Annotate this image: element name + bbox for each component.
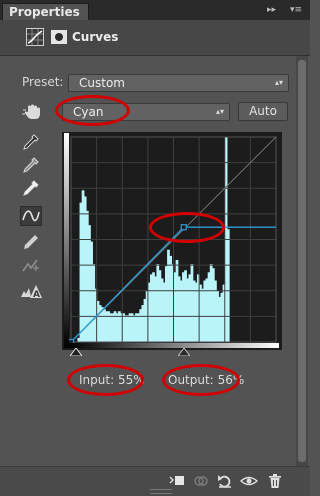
reset-icon[interactable] bbox=[216, 472, 234, 490]
curves-adjustment-icon[interactable] bbox=[26, 28, 44, 46]
sample-black-eyedropper-icon[interactable] bbox=[20, 132, 42, 152]
sample-white-eyedropper-icon[interactable] bbox=[20, 178, 42, 198]
panel-menu-icon[interactable]: ▾≡ bbox=[290, 4, 302, 16]
input-gradient-bar bbox=[68, 343, 279, 348]
adjustment-header: Curves bbox=[0, 20, 310, 56]
clipping-warning-icon[interactable]: A bbox=[20, 282, 42, 302]
updown-arrow-icon: ▴▾ bbox=[215, 107, 224, 116]
draw-curve-pencil-icon[interactable] bbox=[20, 232, 42, 252]
annotation-circle-input bbox=[67, 364, 144, 396]
midpoint-slider[interactable] bbox=[178, 348, 190, 356]
mask-icon[interactable] bbox=[50, 28, 68, 46]
smooth-curve-icon[interactable] bbox=[20, 256, 42, 276]
auto-button[interactable]: Auto bbox=[238, 102, 288, 121]
preset-value: Custom bbox=[79, 76, 125, 90]
on-image-adjust-hand-icon[interactable] bbox=[22, 102, 44, 122]
updown-arrow-icon: ▴▾ bbox=[274, 78, 283, 87]
panel-tab-bar: Properties ▸▸ ▾≡ bbox=[0, 0, 310, 20]
output-gradient-bar bbox=[64, 133, 69, 348]
collapse-panel-icon[interactable]: ▸▸ bbox=[267, 4, 276, 16]
delete-icon[interactable] bbox=[266, 472, 284, 490]
annotation-circle-channel bbox=[55, 95, 130, 126]
edit-curve-points-icon[interactable] bbox=[20, 206, 42, 226]
scrollbar-thumb[interactable] bbox=[298, 60, 306, 462]
adjustment-title: Curves bbox=[72, 30, 119, 44]
histogram-bar bbox=[226, 229, 230, 342]
preset-label: Preset: bbox=[22, 75, 64, 89]
annotation-circle-curve-point bbox=[149, 212, 225, 243]
toggle-visibility-icon[interactable] bbox=[239, 472, 259, 490]
annotation-circle-output bbox=[162, 364, 240, 396]
properties-panel: Properties ▸▸ ▾≡ Curves Preset: Custom ▴… bbox=[0, 0, 310, 496]
view-previous-state-icon[interactable] bbox=[192, 472, 210, 490]
black-point-slider[interactable] bbox=[70, 348, 82, 356]
clip-to-layer-icon[interactable] bbox=[168, 472, 186, 490]
tab-properties[interactable]: Properties bbox=[2, 3, 89, 20]
resize-grip[interactable] bbox=[150, 489, 172, 494]
svg-text:A: A bbox=[33, 290, 40, 300]
preset-dropdown[interactable]: Custom ▴▾ bbox=[68, 74, 289, 92]
sample-gray-eyedropper-icon[interactable] bbox=[20, 155, 42, 175]
